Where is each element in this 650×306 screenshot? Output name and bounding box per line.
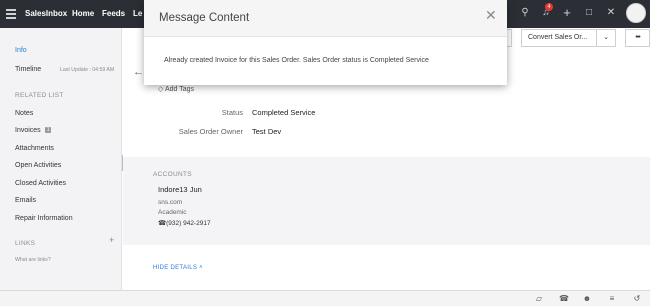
field-value-owner: Test Dev [252, 127, 282, 136]
phone-icon[interactable]: ☎ [557, 293, 571, 305]
nav-leads[interactable]: Le [133, 9, 142, 18]
avatar[interactable] [626, 3, 646, 23]
plus-icon[interactable]: + [561, 6, 573, 19]
close-icon[interactable]: ✕ [485, 7, 497, 24]
sidebar-item-label: Invoices [15, 127, 41, 134]
phone-icon: ☎ [158, 220, 167, 227]
dialog-title: Message Content [159, 12, 250, 24]
people-icon[interactable]: ☻ [580, 293, 594, 305]
field-label-owner: Sales Order Owner [178, 127, 243, 136]
sidebar-item-repair-information[interactable]: Repair Information [15, 215, 73, 222]
sidebar-item-attachments[interactable]: Attachments [15, 145, 54, 152]
chevron-up-icon: ˄ [199, 265, 203, 271]
accounts-section [123, 157, 650, 245]
sidebar-item-timeline[interactable]: Timeline [15, 66, 41, 73]
nav-home[interactable]: Home [72, 9, 94, 18]
search-icon[interactable]: ⚲ [519, 7, 531, 19]
bottom-bar: ▱ ☎ ☻ ≡ ↺ [0, 290, 650, 306]
history-icon[interactable]: ↺ [630, 293, 644, 305]
hide-details-label: HIDE DETAILS [153, 265, 198, 271]
calendar-icon[interactable]: □ [583, 7, 595, 19]
back-arrow-icon[interactable]: ← [133, 66, 144, 78]
sidebar-item-emails[interactable]: Emails [15, 197, 36, 204]
chevron-down-icon[interactable]: ⌄ [596, 29, 616, 47]
sidebar-item-invoices[interactable]: Invoices 1 [15, 127, 52, 134]
add-link-icon[interactable]: + [109, 235, 114, 245]
nav-salesinbox[interactable]: SalesInbox [25, 9, 67, 18]
account-phone: ☎(932) 942-2917 [158, 219, 211, 227]
list-icon[interactable]: ≡ [605, 293, 619, 305]
what-are-links-link[interactable]: What are links? [15, 257, 51, 263]
tag-icon: ◇ [158, 86, 164, 93]
tools-icon[interactable]: ✕ [605, 7, 617, 19]
last-update-text: Last Update : 04:59 AM [60, 67, 115, 73]
gamepad-icon[interactable]: ▱ [532, 293, 546, 305]
links-heading: LINKS [15, 240, 36, 247]
sidebar-item-info[interactable]: Info [15, 47, 27, 54]
more-options-button[interactable]: ••• [625, 29, 650, 47]
accounts-heading: ACCOUNTS [153, 171, 192, 178]
convert-sales-order-button[interactable]: Convert Sales Or... [521, 29, 597, 47]
message-content-dialog: Message Content ✕ Already created Invoic… [144, 0, 507, 85]
related-list-heading: RELATED LIST [15, 92, 64, 99]
add-tags-link[interactable]: ◇ Add Tags [158, 85, 194, 93]
account-website: sns.com [158, 199, 183, 206]
sidebar-item-notes[interactable]: Notes [15, 110, 33, 117]
account-phone-number: (932) 942-2917 [166, 220, 211, 227]
sidebar-item-open-activities[interactable]: Open Activities [15, 162, 61, 169]
field-value-status: Completed Service [252, 108, 316, 117]
nav-feeds[interactable]: Feeds [102, 9, 125, 18]
dialog-message: Already created Invoice for this Sales O… [164, 57, 429, 64]
menu-icon[interactable] [6, 9, 16, 21]
dialog-header: Message Content ✕ [144, 0, 507, 37]
hide-details-link[interactable]: HIDE DETAILS ˄ [153, 265, 203, 271]
notification-badge: 4 [545, 3, 553, 11]
field-label-status: Status [221, 108, 243, 117]
account-type: Academic [158, 209, 187, 216]
sidebar-item-closed-activities[interactable]: Closed Activities [15, 180, 66, 187]
add-tags-label: Add Tags [164, 86, 195, 93]
count-badge: 1 [44, 127, 52, 133]
account-name[interactable]: Indore13 Jun [158, 185, 202, 194]
